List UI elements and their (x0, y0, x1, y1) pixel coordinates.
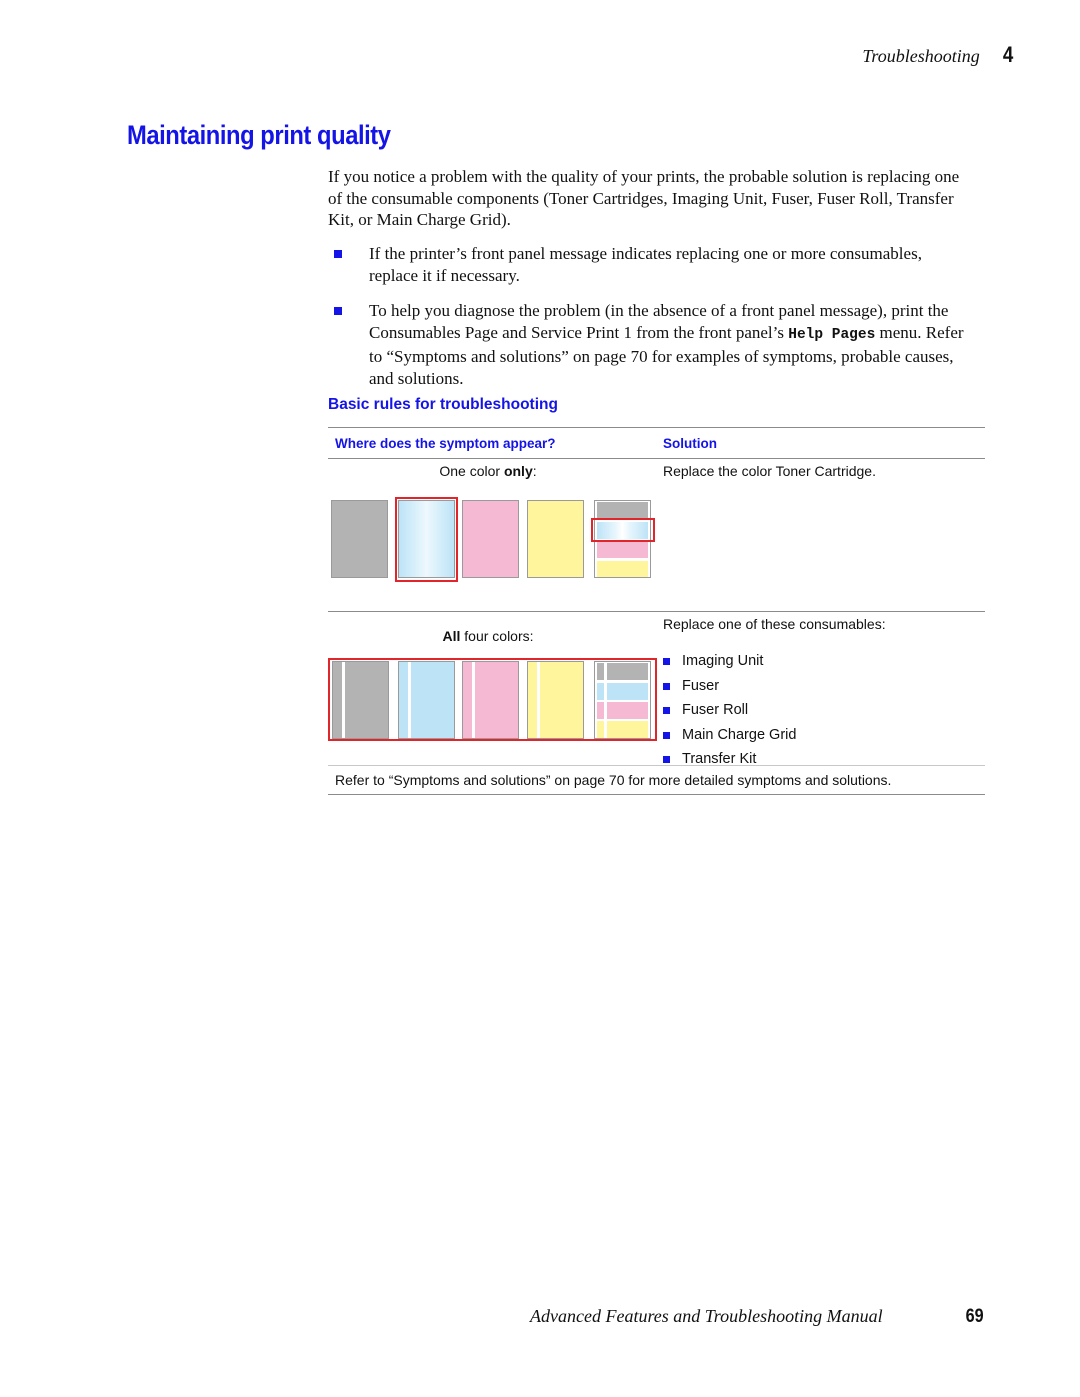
symptom-label: One color only: (328, 463, 648, 479)
consumable-label: Transfer Kit (682, 751, 757, 768)
bullet-item: To help you diagnose the problem (in the… (328, 300, 968, 389)
consumable-item: Main Charge Grid (663, 723, 796, 748)
page-number: 69 (965, 1306, 984, 1327)
bullet-square-icon (663, 682, 670, 690)
sample-yellow-page (527, 500, 584, 578)
table-row: All four colors: Replace one of these co… (328, 612, 985, 767)
chapter-number: 4 (1002, 42, 1014, 67)
help-pages-menu-name: Help Pages (788, 326, 876, 343)
band-black (597, 502, 648, 519)
symptom-text: four colors: (460, 628, 534, 644)
sample-yellow-page (527, 661, 584, 739)
sample-composite-page (594, 661, 651, 739)
table-row: One color only: Replace the color Toner … (328, 459, 985, 611)
running-head-section: Troubleshooting (862, 46, 980, 66)
streak-line (537, 662, 540, 738)
troubleshooting-table: Where does the symptom appear? Solution … (328, 427, 985, 795)
page-title: Maintaining print quality (127, 120, 391, 150)
running-head: Troubleshooting 4 (862, 42, 1014, 68)
consumable-label: Fuser Roll (682, 702, 749, 719)
bullet-square-icon (663, 658, 670, 665)
symptom-text: : (532, 463, 537, 479)
sample-cyan-faded-page (398, 500, 455, 578)
streak-line (342, 662, 345, 738)
bullet-item: If the printer’s front panel message ind… (328, 243, 968, 286)
consumable-item: Transfer Kit (663, 747, 796, 772)
table-header-row: Where does the symptom appear? Solution (328, 428, 985, 458)
solution-text: Replace the color Toner Cartridge. (663, 463, 876, 479)
consumable-item: Fuser Roll (663, 698, 796, 723)
consumable-item: Imaging Unit (663, 649, 796, 674)
solution-text: Replace one of these consumables: (663, 616, 886, 632)
bullet-square-icon (334, 307, 342, 315)
column-header-solution: Solution (663, 435, 717, 451)
table-bottom-rule (328, 794, 985, 795)
bullet-text: If the printer’s front panel message ind… (369, 244, 922, 285)
sample-magenta-page (462, 500, 519, 578)
consumable-label: Fuser (682, 677, 720, 694)
band-yellow (597, 561, 648, 577)
bullet-square-icon (334, 250, 342, 258)
consumable-item: Fuser (663, 674, 796, 699)
sample-black-page (332, 661, 389, 739)
streak-line (472, 662, 475, 738)
symptom-emphasis: All (442, 628, 461, 644)
footer-manual-title: Advanced Features and Troubleshooting Ma… (530, 1306, 883, 1326)
highlight-band-box (591, 518, 655, 542)
symptom-label: All four colors: (328, 628, 648, 644)
sample-magenta-page (462, 661, 519, 739)
consumable-label: Main Charge Grid (682, 726, 797, 743)
column-header-symptom: Where does the symptom appear? (335, 435, 556, 451)
band-magenta (597, 541, 648, 558)
consumables-list: Imaging Unit Fuser Fuser Roll Main Charg… (663, 649, 796, 772)
sample-cyan-page (398, 661, 455, 739)
intro-paragraph: If you notice a problem with the quality… (328, 167, 960, 229)
bullet-list: If the printer’s front panel message ind… (328, 243, 968, 403)
bullet-square-icon (663, 756, 670, 764)
table-note: Refer to “Symptoms and solutions” on pag… (335, 772, 892, 788)
section-subheading: Basic rules for troubleshooting (328, 396, 558, 413)
sample-black-page (331, 500, 388, 578)
page-footer: Advanced Features and Troubleshooting Ma… (530, 1306, 985, 1328)
streak-line (408, 662, 411, 738)
symptom-emphasis: only (503, 463, 533, 479)
consumable-label: Imaging Unit (682, 653, 764, 669)
bullet-square-icon (663, 731, 670, 739)
symptom-text: One color (439, 463, 504, 479)
streak-line (604, 662, 607, 738)
bullet-square-icon (663, 707, 670, 715)
